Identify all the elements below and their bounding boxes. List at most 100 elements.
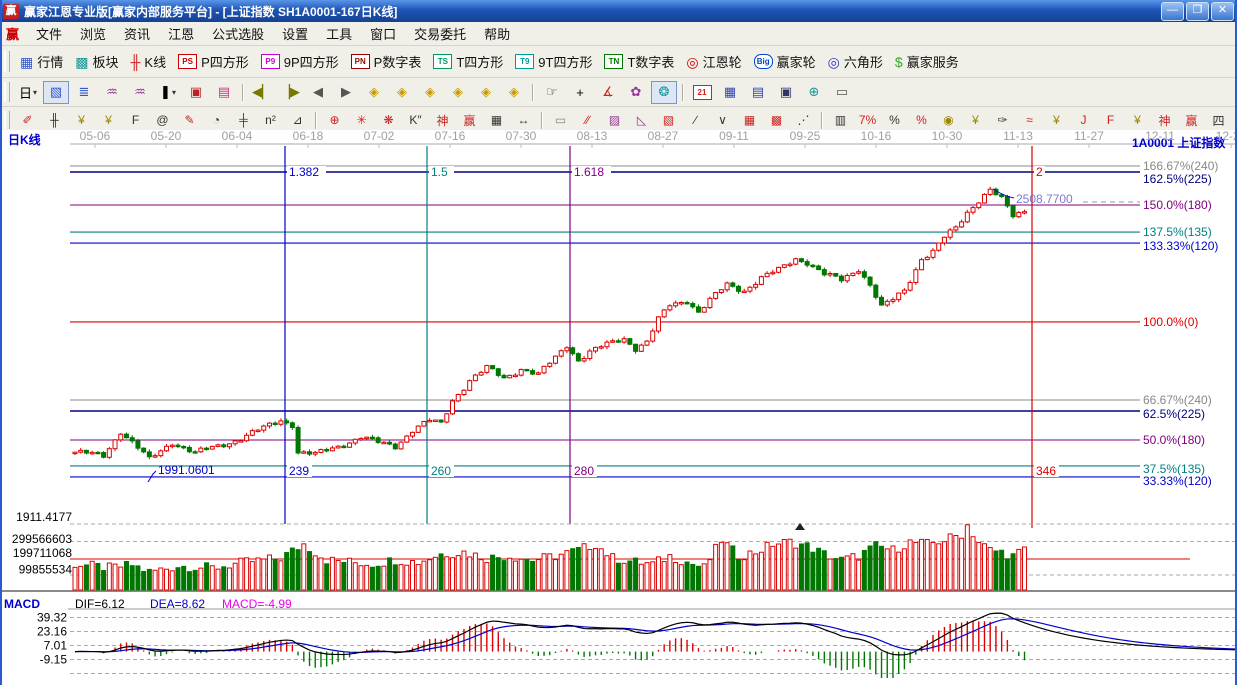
tool-k-angle-button[interactable]: K″ (403, 109, 428, 131)
tool-f-ruler-button[interactable]: F (123, 109, 148, 131)
tool-gold-angle-line-button[interactable]: ¥ (1044, 109, 1069, 131)
tool-star-rays-button[interactable]: ✳ (349, 109, 374, 131)
tool-red-grid-button[interactable]: ▦ (737, 109, 762, 131)
tool-width-measure-button[interactable]: ↔ (511, 109, 536, 131)
tool-n-square-button[interactable]: n² (258, 109, 283, 131)
tool-ruler-grid-button[interactable]: ▦ (484, 109, 509, 131)
tool-printer-button[interactable]: ▭ (829, 81, 855, 104)
tool-time-circle-button[interactable]: ◔ (204, 109, 229, 131)
toolbar-quotes-button[interactable]: ▦行情 (14, 50, 69, 73)
tool-gann-comb-button[interactable]: ╫ (42, 109, 67, 131)
tool-spiral-button[interactable]: @ (150, 109, 175, 131)
tool-zoom-diamond-out-button[interactable]: ◈ (501, 81, 527, 104)
tool-airbrush-button[interactable]: ✐ (15, 109, 40, 131)
tool-crosshair-tool-button[interactable]: + (567, 81, 593, 104)
tool-f-angle-button[interactable]: F (1098, 109, 1123, 131)
menu-item-9[interactable]: 帮助 (475, 22, 519, 45)
tool-mirror-angle-button[interactable]: ⊿ (285, 109, 310, 131)
tool-chart-pattern-button[interactable]: ▧ (43, 81, 69, 104)
tool-shen-fan-button[interactable]: 神 (1152, 109, 1177, 131)
tool-wave-9-button[interactable]: ♒ (127, 81, 153, 104)
menu-item-2[interactable]: 资讯 (115, 22, 159, 45)
tool-zoom-diamond-in-button[interactable]: ◈ (473, 81, 499, 104)
menu-item-1[interactable]: 浏览 (71, 22, 115, 45)
tool-zoom-diamond-right-button[interactable]: ◈ (389, 81, 415, 104)
tool-zoom-diamond-v-button[interactable]: ◈ (445, 81, 471, 104)
tool-gann-flower-button[interactable]: ✿ (623, 81, 649, 104)
toolbar-sectors-button[interactable]: ▩板块 (69, 50, 124, 73)
menu-item-3[interactable]: 江恩 (159, 22, 203, 45)
tool-period-day-button[interactable]: 日▾ (15, 81, 41, 104)
tool-zoom-diamond-left-button[interactable]: ◈ (361, 81, 387, 104)
tool-trend-pencil-button[interactable]: ∕ (683, 109, 708, 131)
toolbar-9p-square-button[interactable]: P99P四方形 (255, 50, 345, 73)
tool-gold-section-button[interactable]: ¥ (69, 109, 94, 131)
tool-percent-button[interactable]: % (882, 109, 907, 131)
tool-shen-lines-button[interactable]: 神 (430, 109, 455, 131)
menu-item-5[interactable]: 设置 (273, 22, 317, 45)
tool-zoom-diamond-h-button[interactable]: ◈ (417, 81, 443, 104)
toolbar-t-digit-table-button[interactable]: TNT数字表 (598, 50, 680, 73)
tool-wave-3-button[interactable]: ♒ (99, 81, 125, 104)
tool-wave-band-button[interactable]: ≈ (1017, 109, 1042, 131)
toolbar-kline-button[interactable]: ╫K线 (125, 50, 173, 73)
tool-red-net-fan-button[interactable]: ▧ (656, 109, 681, 131)
tool-percent-mark-button[interactable]: 7% (855, 109, 880, 131)
tool-airbrush-2-button[interactable]: ✎ (177, 109, 202, 131)
menu-item-6[interactable]: 工具 (317, 22, 361, 45)
kline-chart-canvas[interactable]: 日K线 1A0001 上证指数 1991.0601 2508.7700 MACD… (0, 130, 1237, 685)
close-button[interactable]: ✕ (1211, 2, 1234, 21)
toolbar-p-square-button[interactable]: PSP四方形 (172, 50, 255, 73)
tool-rect-window-button[interactable]: ▭ (548, 109, 573, 131)
toolbar-gann-wheel-button[interactable]: ◎江恩轮 (680, 50, 747, 73)
tool-gann-brain-button[interactable]: ❂ (651, 81, 677, 104)
tool-slash-set-button[interactable]: ⋰ (791, 109, 816, 131)
toolbar-winner-wheel-button[interactable]: Big赢家轮 (748, 50, 822, 73)
maximize-button[interactable]: ❐ (1186, 2, 1209, 21)
menu-item-7[interactable]: 窗口 (361, 22, 405, 45)
menu-item-4[interactable]: 公式选股 (203, 22, 273, 45)
tool-hand-tool-button[interactable]: ☞ (539, 81, 565, 104)
tool-angle-measure-button[interactable]: ∡ (595, 81, 621, 104)
tool-gold-channel-button[interactable]: ¥ (963, 109, 988, 131)
menu-item-0[interactable]: 文件 (27, 22, 71, 45)
tool-four-fan-button[interactable]: 四 (1206, 109, 1231, 131)
tool-region-tool-button[interactable]: ▣ (183, 81, 209, 104)
tool-v-line-button[interactable]: ∨ (710, 109, 735, 131)
tool-next-page-button[interactable]: ▶ (333, 81, 359, 104)
tool-ying-fan-button[interactable]: 赢 (1179, 109, 1204, 131)
toolbar-9t-square-button[interactable]: T99T四方形 (509, 50, 598, 73)
tool-send-web-button[interactable]: ⊕ (801, 81, 827, 104)
tool-volume-profile-button[interactable]: ▤ (211, 81, 237, 104)
tool-ray-fan-button[interactable]: ∕∕ (575, 109, 600, 131)
tool-save-button[interactable]: ▣ (773, 81, 799, 104)
toolbar-p-digit-table-button[interactable]: PNP数字表 (345, 50, 428, 73)
toolbar-winner-service-button[interactable]: $赢家服务 (889, 50, 965, 73)
tool-j-angle-button[interactable]: J (1071, 109, 1096, 131)
tool-gold-section-2-button[interactable]: ¥ (96, 109, 121, 131)
tool-red-grid-2-button[interactable]: ▩ (764, 109, 789, 131)
toolbar-hexagon-button[interactable]: ◎六角形 (822, 50, 889, 73)
tool-calendar-button[interactable]: 21 (689, 81, 715, 104)
menu-item-8[interactable]: 交易委托 (405, 22, 475, 45)
tool-notes-button[interactable]: ▤ (745, 81, 771, 104)
tool-percent-table-button[interactable]: ▥ (828, 109, 853, 131)
tool-angle-fan-button[interactable]: ◺ (629, 109, 654, 131)
tool-gold-fan-button[interactable]: ¥ (1125, 109, 1150, 131)
tool-candle-style-button[interactable]: ❚▾ (155, 81, 181, 104)
tool-purple-net-button[interactable]: ▨ (602, 109, 627, 131)
minimize-button[interactable]: — (1161, 2, 1184, 21)
tool-info-list-button[interactable]: ≣ (71, 81, 97, 104)
tool-gold-circle-button[interactable]: ◉ (936, 109, 961, 131)
tool-net-star-button[interactable]: ❋ (376, 109, 401, 131)
tool-first-page-button[interactable]: ◀▏ (249, 81, 275, 104)
tool-ying-lines-button[interactable]: 赢 (457, 109, 482, 131)
toolbar-t-square-button[interactable]: TST四方形 (427, 50, 509, 73)
tool-price-comb-button[interactable]: ╪ (231, 109, 256, 131)
tool-prev-page-button[interactable]: ◀ (305, 81, 331, 104)
tool-calculator-button[interactable]: ▦ (717, 81, 743, 104)
tool-last-page-button[interactable]: ▕▶ (277, 81, 303, 104)
tool-circle-cross-button[interactable]: ⊕ (322, 109, 347, 131)
tool-percent-line-button[interactable]: % (909, 109, 934, 131)
tool-ink-brush-button[interactable]: ✑ (990, 109, 1015, 131)
